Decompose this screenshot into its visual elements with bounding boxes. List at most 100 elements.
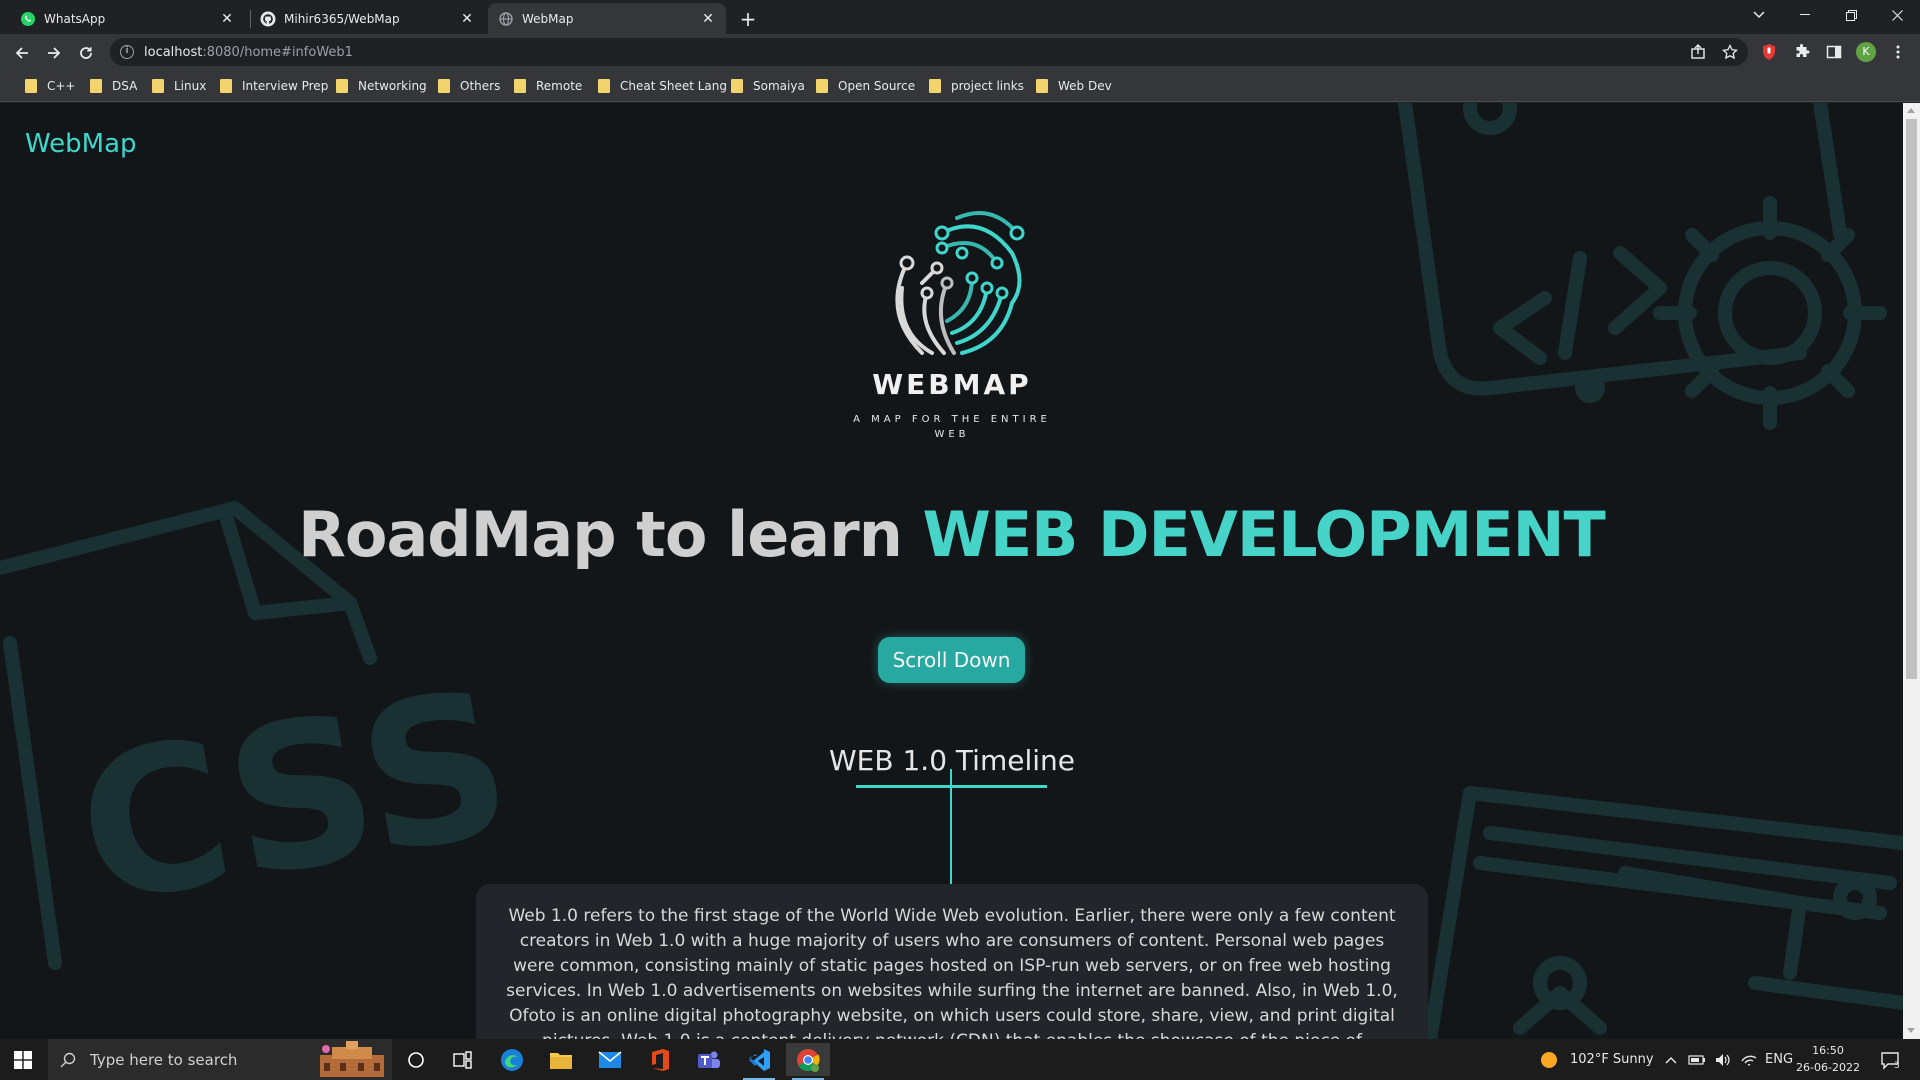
volume-icon[interactable] bbox=[1714, 1039, 1732, 1080]
folder-icon bbox=[816, 79, 828, 93]
folder-icon bbox=[731, 79, 743, 93]
bookmark-folder-others[interactable]: Others bbox=[438, 77, 500, 95]
minimize-button[interactable] bbox=[1782, 0, 1828, 30]
url-path: :8080/home#infoWeb1 bbox=[202, 44, 353, 60]
restore-button[interactable] bbox=[1828, 0, 1874, 30]
file-explorer-icon[interactable] bbox=[539, 1043, 583, 1076]
close-tab-icon[interactable]: ✕ bbox=[459, 11, 475, 27]
sun-icon bbox=[1541, 1051, 1557, 1068]
forward-button[interactable] bbox=[40, 39, 68, 67]
back-button[interactable] bbox=[8, 39, 36, 67]
scroll-down-button[interactable]: Scroll Down bbox=[878, 637, 1025, 683]
windows-taskbar: Type here to search 102°F Sunny ENG 16:5… bbox=[0, 1039, 1920, 1080]
tray-chevron-icon[interactable] bbox=[1665, 1039, 1677, 1080]
notification-center-icon[interactable]: 3 bbox=[1880, 1039, 1900, 1080]
site-info-icon[interactable]: i bbox=[120, 45, 134, 59]
folder-icon bbox=[929, 79, 941, 93]
bookmark-label: Linux bbox=[174, 79, 207, 93]
headline-text: RoadMap to learn bbox=[298, 498, 923, 571]
bookmark-star-icon[interactable] bbox=[1720, 42, 1740, 62]
battery-icon[interactable] bbox=[1688, 1039, 1706, 1080]
extensions-puzzle-icon[interactable] bbox=[1792, 42, 1812, 62]
weather-text: 102°F Sunny bbox=[1570, 1052, 1654, 1067]
taskbar-clock[interactable]: 16:50 26-06-2022 bbox=[1790, 1042, 1866, 1076]
bookmark-folder-dsa[interactable]: DSA bbox=[90, 77, 137, 95]
scrollbar-thumb[interactable] bbox=[1906, 119, 1917, 679]
svg-text:CSS: CSS bbox=[63, 646, 527, 950]
url-host: localhost bbox=[144, 44, 203, 60]
bookmark-folder-interview-prep[interactable]: Interview Prep bbox=[220, 77, 328, 95]
bookmark-label: Open Source bbox=[838, 79, 916, 93]
tab-title: WebMap bbox=[522, 11, 574, 26]
bookmark-label: Interview Prep bbox=[242, 79, 329, 93]
office-icon[interactable] bbox=[638, 1043, 682, 1076]
chrome-icon[interactable] bbox=[786, 1043, 830, 1080]
page-scrollbar[interactable] bbox=[1903, 103, 1920, 1039]
tab-strip: WhatsApp ✕ Mihir6365/WebMap ✕ WebMap ✕ + bbox=[0, 0, 1920, 34]
extension-adblock-icon[interactable] bbox=[1759, 42, 1779, 62]
bookmark-label: DSA bbox=[112, 79, 138, 93]
new-tab-button[interactable]: + bbox=[735, 6, 761, 32]
globe-icon bbox=[498, 11, 514, 27]
bookmark-label: Cheat Sheet Lang bbox=[620, 79, 728, 93]
webmap-page: CSS WebMap WEBMAP A MAP FOR THE ENTIRE W… bbox=[0, 103, 1903, 1039]
logo-wordmark: WEBMAP bbox=[872, 368, 1032, 401]
folder-icon bbox=[152, 79, 164, 93]
search-placeholder: Type here to search bbox=[90, 1050, 238, 1069]
timeline-card: Web 1.0 refers to the first stage of the… bbox=[476, 884, 1428, 1039]
bookmark-folder-remote[interactable]: Remote bbox=[514, 77, 582, 95]
folder-icon bbox=[514, 79, 526, 93]
whatsapp-icon bbox=[20, 11, 36, 27]
scroll-down-arrow-icon[interactable] bbox=[1907, 1028, 1915, 1033]
clock-time: 16:50 bbox=[1812, 1044, 1844, 1057]
wifi-icon[interactable] bbox=[1740, 1039, 1758, 1080]
bookmark-folder-project-links[interactable]: project links bbox=[929, 77, 1024, 95]
taskbar-search-box[interactable]: Type here to search bbox=[48, 1039, 392, 1080]
vscode-icon[interactable] bbox=[737, 1043, 781, 1080]
profile-avatar[interactable]: K bbox=[1856, 42, 1876, 62]
cortana-icon[interactable] bbox=[394, 1043, 438, 1076]
bookmark-folder-cheat-sheet-lang[interactable]: Cheat Sheet Lang bbox=[598, 77, 727, 95]
address-bar[interactable]: i localhost:8080/home#infoWeb1 bbox=[110, 38, 1748, 66]
tab-github[interactable]: Mihir6365/WebMap ✕ bbox=[250, 3, 485, 34]
brand-logo-text[interactable]: WebMap bbox=[25, 129, 137, 159]
close-tab-icon[interactable]: ✕ bbox=[219, 11, 235, 27]
folder-icon bbox=[90, 79, 102, 93]
timeline-title: WEB 1.0 Timeline bbox=[829, 744, 1075, 777]
bookmark-label: C++ bbox=[47, 79, 76, 93]
close-tab-icon[interactable]: ✕ bbox=[700, 11, 716, 27]
bookmark-folder-linux[interactable]: Linux bbox=[152, 77, 206, 95]
close-window-button[interactable] bbox=[1874, 0, 1920, 30]
webmap-logo-icon bbox=[895, 211, 1025, 355]
language-indicator[interactable]: ENG bbox=[1765, 1039, 1793, 1080]
bookmark-folder-web-dev[interactable]: Web Dev bbox=[1036, 77, 1112, 95]
folder-icon bbox=[438, 79, 450, 93]
notification-count: 3 bbox=[1894, 1060, 1900, 1071]
bookmark-folder-networking[interactable]: Networking bbox=[336, 77, 427, 95]
tab-webmap[interactable]: WebMap ✕ bbox=[488, 3, 726, 34]
timeline-card-text: Web 1.0 refers to the first stage of the… bbox=[506, 906, 1398, 1039]
clock-date: 26-06-2022 bbox=[1796, 1061, 1860, 1074]
menu-kebab-icon[interactable] bbox=[1888, 42, 1908, 62]
side-panel-icon[interactable] bbox=[1824, 42, 1844, 62]
bookmark-label: project links bbox=[951, 79, 1024, 93]
mail-icon[interactable] bbox=[588, 1043, 632, 1076]
reload-button[interactable] bbox=[72, 39, 100, 67]
windows-start-icon[interactable] bbox=[0, 1039, 46, 1080]
scroll-up-arrow-icon[interactable] bbox=[1907, 108, 1915, 113]
tab-whatsapp[interactable]: WhatsApp ✕ bbox=[10, 3, 245, 34]
bookmark-folder-cpp[interactable]: C++ bbox=[25, 77, 76, 95]
task-view-icon[interactable] bbox=[441, 1043, 485, 1076]
bookmark-folder-somaiya[interactable]: Somaiya bbox=[731, 77, 805, 95]
search-highlight-illustration-icon bbox=[320, 1041, 384, 1077]
bookmark-label: Somaiya bbox=[753, 79, 805, 93]
bookmark-label: Others bbox=[460, 79, 501, 93]
share-icon[interactable] bbox=[1688, 42, 1708, 62]
tab-search-icon[interactable] bbox=[1736, 0, 1782, 30]
edge-browser-icon[interactable] bbox=[490, 1043, 534, 1076]
teams-icon[interactable] bbox=[687, 1043, 731, 1076]
bookmark-folder-open-source[interactable]: Open Source bbox=[816, 77, 915, 95]
folder-icon bbox=[1036, 79, 1048, 93]
folder-icon bbox=[25, 79, 37, 93]
weather-widget[interactable]: 102°F Sunny bbox=[1540, 1039, 1654, 1080]
